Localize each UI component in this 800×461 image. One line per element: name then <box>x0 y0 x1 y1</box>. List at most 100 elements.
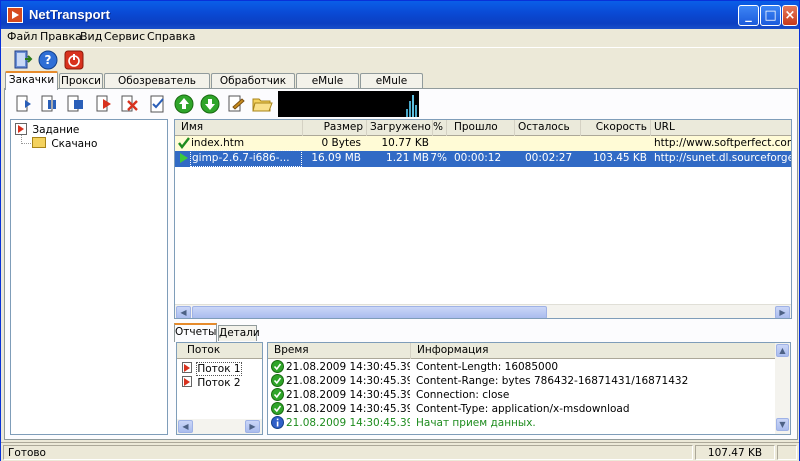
table-row[interactable]: gimp-2.6.7-i686-... 16.09 MB 1.21 MB 7% … <box>175 150 791 170</box>
log-list: Время Информация 21.08.2009 14:30:45.390… <box>267 342 791 435</box>
list-item[interactable]: Поток 2 <box>182 376 241 390</box>
status-bar: Готово 107.47 KB <box>1 442 799 461</box>
tree-item-tasks[interactable]: Задание <box>15 123 79 137</box>
tab-reports[interactable]: Отчеты <box>174 323 217 342</box>
status-text: Готово <box>3 445 693 460</box>
move-down-icon[interactable] <box>199 93 221 115</box>
category-tree: Задание Скачано <box>10 119 168 435</box>
move-up-icon[interactable] <box>173 93 195 115</box>
tab-url-handler[interactable]: Обработчик URL <box>211 73 295 101</box>
thread-icon <box>182 376 192 387</box>
minimize-button[interactable]: _ <box>738 5 759 26</box>
stop-icon[interactable] <box>65 93 87 115</box>
app-window: NetTransport _ □ × Файл Правка Вид Серви… <box>0 0 800 461</box>
col-speed[interactable]: Скорость <box>581 120 651 136</box>
cell-info: Начат прием данных. <box>416 417 536 429</box>
col-size[interactable]: Размер <box>303 120 367 136</box>
start-all-icon[interactable] <box>93 93 115 115</box>
col-info[interactable]: Информация <box>411 343 775 359</box>
status-speed: 107.47 KB <box>695 445 775 460</box>
tab-details[interactable]: Детали <box>218 325 260 341</box>
menu-edit[interactable]: Правка <box>40 30 82 43</box>
cell-time: 21.08.2009 14:30:45.390 <box>286 389 410 401</box>
scroll-thumb[interactable] <box>192 306 547 318</box>
speed-graph <box>278 91 419 117</box>
log-header: Время Информация <box>268 343 775 359</box>
cell-loaded: 1.21 MB <box>386 152 429 164</box>
cell-remaining: 00:02:27 <box>525 152 573 164</box>
col-time[interactable]: Время <box>268 343 411 359</box>
col-url[interactable]: URL <box>651 120 791 136</box>
cell-url: http://www.softperfect.com/down <box>654 137 791 149</box>
thread-label: Поток 1 <box>196 362 242 376</box>
cell-info: Content-Type: application/x-msdownload <box>416 403 630 415</box>
cell-url: http://sunet.dl.sourceforge.net/pr <box>654 152 791 164</box>
open-folder-icon[interactable] <box>251 93 273 115</box>
threads-list: Поток Поток 1 Поток 2 ◀ ▶ <box>176 342 263 435</box>
cell-time: 21.08.2009 14:30:45.390 <box>286 417 410 429</box>
tree-item-downloaded[interactable]: Скачано <box>32 137 97 151</box>
list-item[interactable]: Поток 1 <box>182 362 242 376</box>
tab-site-explorer[interactable]: Обозреватель сайтов <box>104 73 210 101</box>
tab-downloads[interactable]: Закачки <box>5 71 58 90</box>
col-percent[interactable]: % <box>433 120 447 136</box>
start-icon[interactable] <box>13 93 35 115</box>
bottom-tabs: Отчеты Детали <box>174 323 792 342</box>
tab-proxy[interactable]: Прокси <box>59 73 103 89</box>
main-tabs: Закачки Прокси Обозреватель сайтов Обраб… <box>1 71 799 101</box>
log-vertical-scrollbar[interactable]: ▲ ▼ <box>775 343 790 434</box>
close-button[interactable]: × <box>782 5 798 26</box>
col-loaded[interactable]: Загружено <box>367 120 433 136</box>
threads-header: Поток <box>177 343 262 359</box>
menu-file[interactable]: Файл <box>7 30 37 43</box>
col-name[interactable]: Имя <box>175 120 303 136</box>
log-row[interactable]: 21.08.2009 14:30:45.390 Начат прием данн… <box>268 416 775 432</box>
pause-icon[interactable] <box>39 93 61 115</box>
menu-service[interactable]: Сервис <box>104 30 145 43</box>
exit-door-icon[interactable] <box>11 49 33 71</box>
tree-item-label: Задание <box>32 124 80 136</box>
downloading-play-icon <box>178 151 190 170</box>
scroll-right-icon[interactable]: ▶ <box>775 306 790 318</box>
menu-help[interactable]: Справка <box>147 30 195 43</box>
power-off-icon[interactable] <box>63 49 85 71</box>
cell-info: Content-Length: 16085000 <box>416 361 559 373</box>
window-title: NetTransport <box>29 7 110 22</box>
thread-label: Поток 2 <box>197 377 241 389</box>
open-file-icon[interactable] <box>225 93 247 115</box>
col-elapsed[interactable]: Прошло <box>451 120 515 136</box>
cell-elapsed: 00:00:12 <box>454 152 502 164</box>
cell-percent: 7% <box>430 152 447 164</box>
scroll-right-icon[interactable]: ▶ <box>245 420 260 433</box>
menu-view[interactable]: Вид <box>80 30 102 43</box>
cell-info: Content-Range: bytes 786432-16871431/168… <box>416 375 689 387</box>
scroll-up-icon[interactable]: ▲ <box>776 344 789 357</box>
tree-item-label: Скачано <box>51 138 98 150</box>
list-header: Имя Размер Загружено % Прошло Осталось С… <box>175 120 791 136</box>
cell-info: Connection: close <box>416 389 510 401</box>
cell-size: 0 Bytes <box>321 137 361 149</box>
maximize-button[interactable]: □ <box>760 5 781 26</box>
resize-grip[interactable] <box>777 445 797 460</box>
tab-emule-search[interactable]: eMule Search <box>360 73 423 101</box>
help-icon[interactable]: ? <box>37 49 59 71</box>
col-remaining[interactable]: Осталось <box>515 120 581 136</box>
cell-loaded: 10.77 KB <box>381 137 430 149</box>
info-circle-icon <box>271 416 285 434</box>
cell-size: 16.09 MB <box>311 152 361 164</box>
delete-icon[interactable] <box>119 93 141 115</box>
table-row[interactable]: index.htm 0 Bytes 10.77 KB http://www.so… <box>175 136 791 152</box>
threads-hscrollbar[interactable]: ◀ ▶ <box>177 419 262 434</box>
main-toolbar: ? <box>1 47 799 71</box>
menu-bar: Файл Правка Вид Сервис Справка <box>1 29 799 47</box>
title-bar[interactable]: NetTransport _ □ × <box>1 1 799 29</box>
col-thread[interactable]: Поток <box>187 344 220 356</box>
cell-time: 21.08.2009 14:30:45.390 <box>286 361 410 373</box>
scroll-left-icon[interactable]: ◀ <box>178 420 193 433</box>
horizontal-scrollbar[interactable]: ◀ ▶ <box>175 304 791 318</box>
scroll-down-icon[interactable]: ▼ <box>776 418 789 431</box>
tab-emule-server[interactable]: eMule Server <box>296 73 359 101</box>
scroll-left-icon[interactable]: ◀ <box>176 306 191 318</box>
properties-check-icon[interactable] <box>147 93 169 115</box>
tasks-icon <box>15 123 27 135</box>
